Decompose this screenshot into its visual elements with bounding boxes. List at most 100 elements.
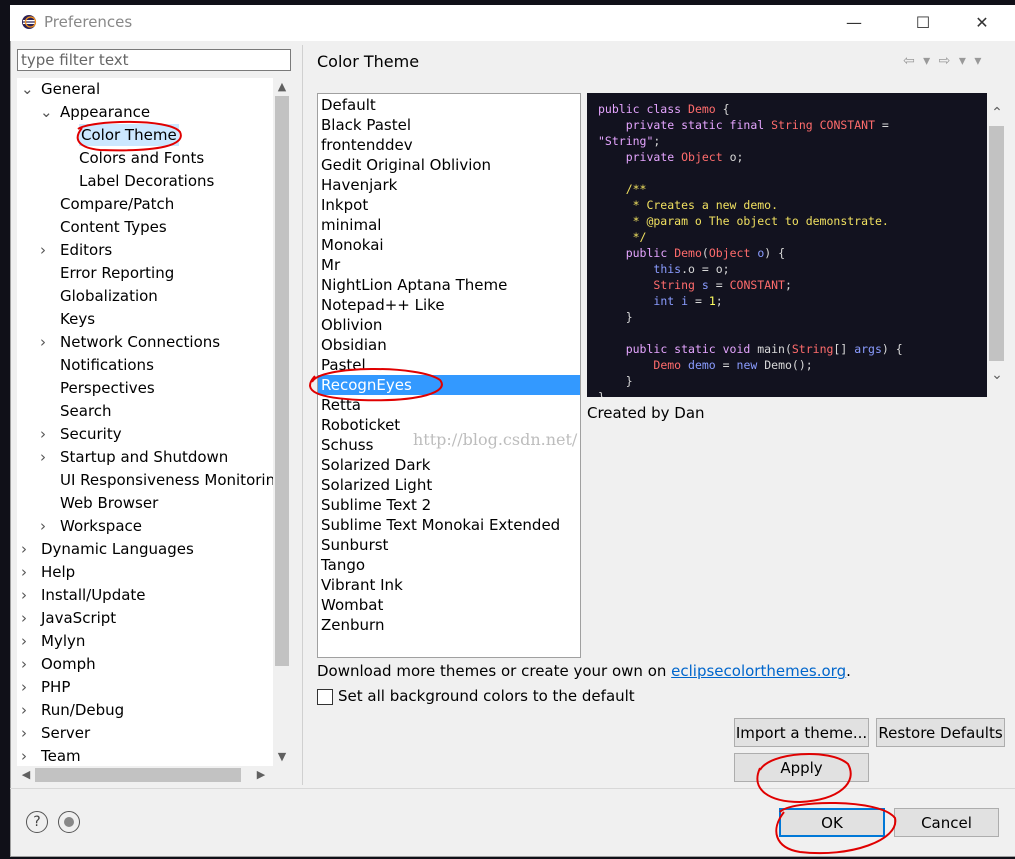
tree-item[interactable]: Team: [41, 745, 81, 766]
tree-item[interactable]: Security: [60, 423, 122, 445]
theme-list-item[interactable]: Gedit Original Oblivion: [318, 155, 580, 175]
tree-item[interactable]: Oomph: [41, 653, 96, 675]
expand-chevron-icon[interactable]: ⌄: [21, 78, 34, 100]
theme-list-item[interactable]: Retta: [318, 395, 580, 415]
theme-list-item[interactable]: Oblivion: [318, 315, 580, 335]
default-background-checkbox[interactable]: [317, 689, 333, 705]
maximize-button[interactable]: ☐: [901, 6, 945, 38]
tree-item[interactable]: Perspectives: [60, 377, 155, 399]
theme-list-item[interactable]: Obsidian: [318, 335, 580, 355]
tree-item[interactable]: Label Decorations: [79, 170, 214, 192]
help-icon[interactable]: ?: [26, 811, 48, 833]
tree-item[interactable]: Editors: [60, 239, 112, 261]
preview-scroll-up-icon[interactable]: ⌃: [988, 104, 1006, 122]
theme-list-item[interactable]: Sublime Text Monokai Extended: [318, 515, 580, 535]
tree-hscroll-thumb[interactable]: [35, 768, 241, 782]
expand-chevron-icon[interactable]: ⌄: [40, 101, 53, 123]
collapse-chevron-icon[interactable]: ›: [21, 676, 31, 698]
tree-item[interactable]: Dynamic Languages: [41, 538, 194, 560]
tree-item[interactable]: Appearance: [60, 101, 150, 123]
tree-item[interactable]: PHP: [41, 676, 70, 698]
theme-list-item[interactable]: minimal: [318, 215, 580, 235]
theme-list-item[interactable]: Vibrant Ink: [318, 575, 580, 595]
history-nav-icon[interactable]: ⇦ ▾ ⇨ ▾ ▾: [903, 53, 983, 69]
theme-list-item[interactable]: Inkpot: [318, 195, 580, 215]
theme-list-item[interactable]: Black Pastel: [318, 115, 580, 135]
tree-item[interactable]: Content Types: [60, 216, 167, 238]
restore-defaults-button[interactable]: Restore Defaults: [876, 718, 1005, 747]
preview-scroll-down-icon[interactable]: ⌄: [988, 366, 1006, 384]
minimize-button[interactable]: —: [832, 6, 876, 38]
collapse-chevron-icon[interactable]: ›: [21, 561, 31, 583]
tree-item[interactable]: General: [41, 78, 100, 100]
collapse-chevron-icon[interactable]: ›: [21, 538, 31, 560]
tree-item[interactable]: Mylyn: [41, 630, 85, 652]
theme-list-item[interactable]: Pastel: [318, 355, 580, 375]
collapse-chevron-icon[interactable]: ›: [21, 584, 31, 606]
tree-item[interactable]: Run/Debug: [41, 699, 124, 721]
theme-list-item[interactable]: Tango: [318, 555, 580, 575]
theme-list-item[interactable]: Notepad++ Like: [318, 295, 580, 315]
record-icon[interactable]: [58, 811, 80, 833]
theme-list-item[interactable]: Zenburn: [318, 615, 580, 635]
tree-item[interactable]: Error Reporting: [60, 262, 174, 284]
theme-list-item[interactable]: Solarized Dark: [318, 455, 580, 475]
preview-code: public class Demo { private static final…: [598, 102, 903, 397]
preview-scroll-thumb[interactable]: [989, 126, 1004, 361]
close-button[interactable]: ✕: [960, 6, 1004, 38]
theme-list-item[interactable]: Default: [318, 95, 580, 115]
theme-list-item[interactable]: frontenddev: [318, 135, 580, 155]
tree-item[interactable]: Compare/Patch: [60, 193, 174, 215]
tree-item[interactable]: Server: [41, 722, 90, 744]
pane-splitter[interactable]: [302, 45, 303, 785]
tree-item[interactable]: Notifications: [60, 354, 154, 376]
tree-item[interactable]: Startup and Shutdown: [60, 446, 228, 468]
tree-scroll-thumb[interactable]: [275, 96, 289, 666]
theme-list-item[interactable]: Havenjark: [318, 175, 580, 195]
preferences-tree[interactable]: ⌄ General ⌄ Appearance Color Theme Colors and…: [17, 78, 273, 766]
collapse-chevron-icon[interactable]: ›: [21, 722, 31, 744]
tree-item[interactable]: Workspace: [60, 515, 142, 537]
eclipsecolorthemes-link[interactable]: eclipsecolorthemes.org: [671, 662, 846, 680]
filter-input[interactable]: [17, 49, 291, 71]
tree-item[interactable]: Globalization: [60, 285, 158, 307]
theme-list-item[interactable]: Monokai: [318, 235, 580, 255]
tree-item[interactable]: Install/Update: [41, 584, 146, 606]
collapse-chevron-icon[interactable]: ›: [21, 607, 31, 629]
collapse-chevron-icon[interactable]: ›: [21, 630, 31, 652]
theme-list-item[interactable]: Sunburst: [318, 535, 580, 555]
collapse-chevron-icon[interactable]: ›: [40, 515, 50, 537]
scroll-right-arrow-icon[interactable]: ▶: [252, 766, 270, 784]
tree-item[interactable]: Keys: [60, 308, 95, 330]
cancel-button[interactable]: Cancel: [894, 808, 999, 837]
scroll-down-arrow-icon[interactable]: ▼: [273, 748, 291, 766]
theme-list-item[interactable]: RecognEyes: [318, 375, 580, 395]
collapse-chevron-icon[interactable]: ›: [40, 446, 50, 468]
tree-item[interactable]: Web Browser: [60, 492, 158, 514]
theme-list-item[interactable]: NightLion Aptana Theme: [318, 275, 580, 295]
collapse-chevron-icon[interactable]: ›: [21, 699, 31, 721]
tree-item[interactable]: Network Connections: [60, 331, 220, 353]
collapse-chevron-icon[interactable]: ›: [40, 423, 50, 445]
collapse-chevron-icon[interactable]: ›: [40, 331, 50, 353]
theme-list-item[interactable]: Sublime Text 2: [318, 495, 580, 515]
tree-item[interactable]: Color Theme: [79, 124, 179, 146]
tree-item[interactable]: Search: [60, 400, 112, 422]
theme-list[interactable]: Default Black Pastel frontenddev Gedit Orig…: [317, 93, 581, 658]
tree-item[interactable]: Colors and Fonts: [79, 147, 204, 169]
theme-list-item[interactable]: Solarized Light: [318, 475, 580, 495]
apply-button[interactable]: Apply: [734, 753, 869, 782]
ok-button[interactable]: OK: [779, 808, 885, 837]
import-theme-button[interactable]: Import a theme...: [734, 718, 869, 747]
theme-list-item[interactable]: Mr: [318, 255, 580, 275]
collapse-chevron-icon[interactable]: ›: [21, 745, 31, 766]
scroll-left-arrow-icon[interactable]: ◀: [17, 766, 35, 784]
collapse-chevron-icon[interactable]: ›: [21, 653, 31, 675]
tree-item[interactable]: JavaScript: [41, 607, 116, 629]
default-background-label[interactable]: Set all background colors to the default: [338, 687, 635, 705]
scroll-up-arrow-icon[interactable]: ▲: [273, 78, 291, 96]
collapse-chevron-icon[interactable]: ›: [40, 239, 50, 261]
tree-item[interactable]: Help: [41, 561, 75, 583]
tree-item[interactable]: UI Responsiveness Monitorin: [60, 469, 273, 491]
theme-list-item[interactable]: Wombat: [318, 595, 580, 615]
